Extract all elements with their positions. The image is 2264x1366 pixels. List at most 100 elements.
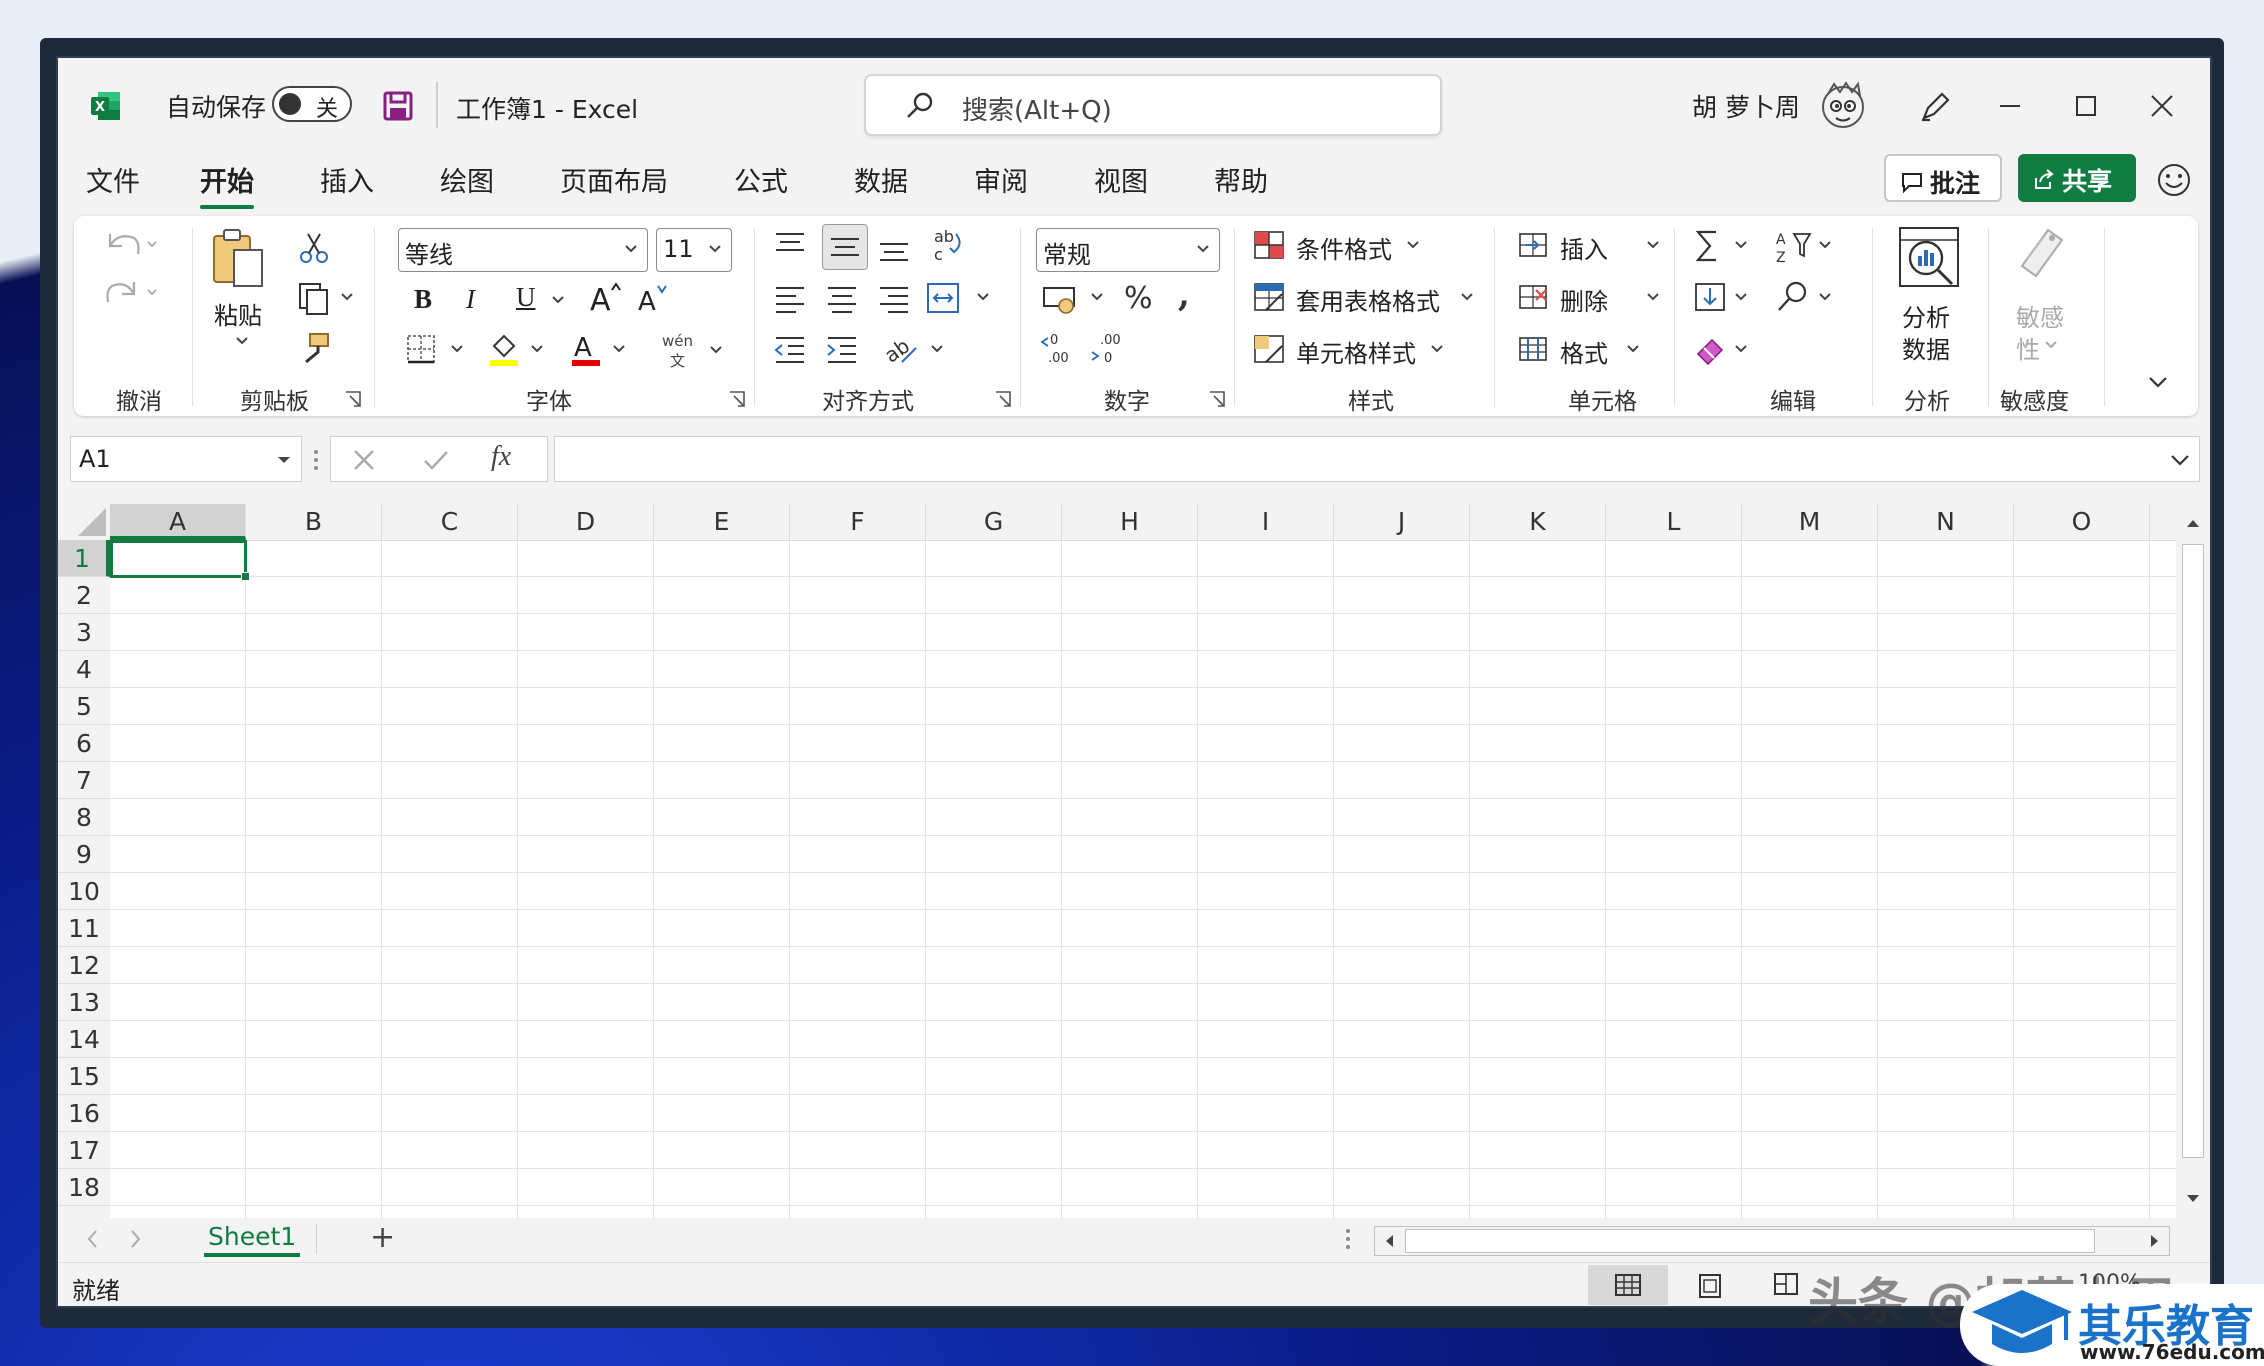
row-header-8[interactable]: 8: [58, 799, 110, 836]
tab-split-grip-icon[interactable]: [1340, 1226, 1356, 1252]
copy-icon[interactable]: [296, 280, 362, 316]
bold-button[interactable]: B: [414, 284, 432, 315]
decrease-font-icon[interactable]: A: [634, 278, 674, 318]
cell-style-label[interactable]: 单元格样式: [1296, 334, 1416, 369]
decrease-indent-icon[interactable]: [770, 330, 810, 370]
vertical-scroll-thumb[interactable]: [2182, 544, 2204, 1158]
underline-button[interactable]: U: [516, 282, 536, 313]
delete-cells-label[interactable]: 删除: [1560, 282, 1608, 317]
format-painter-icon[interactable]: [296, 330, 332, 366]
column-header-g[interactable]: G: [926, 504, 1062, 540]
column-header-b[interactable]: B: [246, 504, 382, 540]
dialog-launcher-icon[interactable]: [1208, 390, 1226, 408]
conditional-format-icon[interactable]: [1252, 228, 1286, 262]
chevron-down-icon[interactable]: [1458, 288, 1476, 306]
align-center-icon[interactable]: [822, 278, 862, 318]
formula-bar-grip-icon[interactable]: [308, 448, 324, 472]
row-header-5[interactable]: 5: [58, 688, 110, 725]
horizontal-scroll-thumb[interactable]: [1405, 1229, 2095, 1253]
row-header-13[interactable]: 13: [58, 984, 110, 1021]
row-header-7[interactable]: 7: [58, 762, 110, 799]
format-cells-icon[interactable]: [1516, 332, 1550, 366]
sheet-prev-icon[interactable]: [82, 1226, 104, 1252]
chevron-down-icon[interactable]: [1404, 236, 1422, 254]
column-header-e[interactable]: E: [654, 504, 790, 540]
tab-draw[interactable]: 绘图: [440, 160, 494, 199]
undo-icon[interactable]: [100, 224, 160, 264]
analyze-data-label-line1[interactable]: 分析: [1902, 298, 1950, 333]
pen-icon[interactable]: [1916, 86, 1956, 126]
row-header-11[interactable]: 11: [58, 910, 110, 947]
maximize-icon[interactable]: [2066, 86, 2106, 126]
accounting-format-icon[interactable]: [1040, 278, 1118, 318]
column-header-k[interactable]: K: [1470, 504, 1606, 540]
tab-data[interactable]: 数据: [854, 160, 908, 199]
row-header-16[interactable]: 16: [58, 1095, 110, 1132]
dialog-launcher-icon[interactable]: [344, 390, 362, 408]
sort-filter-icon[interactable]: A Z: [1774, 226, 1840, 266]
row-header-17[interactable]: 17: [58, 1132, 110, 1169]
sheet-tab-sheet1[interactable]: Sheet1: [203, 1222, 301, 1257]
scroll-down-icon[interactable]: [2182, 1188, 2204, 1210]
delete-cells-icon[interactable]: [1516, 280, 1550, 314]
avatar[interactable]: [1816, 78, 1870, 132]
scroll-left-icon[interactable]: [1379, 1230, 1401, 1252]
row-header-12[interactable]: 12: [58, 947, 110, 984]
find-select-icon[interactable]: [1774, 278, 1840, 318]
row-header-2[interactable]: 2: [58, 577, 110, 614]
chevron-down-icon[interactable]: [1624, 340, 1642, 358]
add-sheet-button[interactable]: +: [370, 1220, 395, 1255]
column-header-i[interactable]: I: [1198, 504, 1334, 540]
chevron-down-icon[interactable]: [1644, 288, 1662, 306]
tab-view[interactable]: 视图: [1094, 160, 1148, 199]
fill-down-icon[interactable]: [1692, 278, 1758, 318]
column-header-h[interactable]: H: [1062, 504, 1198, 540]
conditional-format-label[interactable]: 条件格式: [1296, 230, 1392, 265]
column-header-c[interactable]: C: [382, 504, 518, 540]
redo-icon[interactable]: [100, 272, 160, 312]
column-header-m[interactable]: M: [1742, 504, 1878, 540]
paste-icon[interactable]: [208, 226, 268, 292]
column-header-n[interactable]: N: [1878, 504, 2014, 540]
insert-function-button[interactable]: fx: [491, 441, 511, 473]
tab-formulas[interactable]: 公式: [734, 160, 788, 199]
formula-input[interactable]: [554, 436, 2200, 482]
align-left-icon[interactable]: [770, 278, 810, 318]
number-format-combo[interactable]: 常规: [1036, 228, 1220, 272]
dialog-launcher-icon[interactable]: [994, 390, 1012, 408]
normal-view-button[interactable]: [1588, 1265, 1668, 1305]
row-header-9[interactable]: 9: [58, 836, 110, 873]
row-header-1[interactable]: 1: [58, 540, 110, 577]
dialog-launcher-icon[interactable]: [728, 390, 746, 408]
table-format-label[interactable]: 套用表格格式: [1296, 282, 1440, 317]
close-icon[interactable]: [2142, 86, 2182, 126]
select-all-corner[interactable]: [58, 504, 110, 540]
italic-button[interactable]: I: [466, 284, 475, 315]
fill-handle[interactable]: [241, 572, 250, 581]
cell-area[interactable]: [110, 540, 2176, 1220]
align-right-icon[interactable]: [874, 278, 914, 318]
format-cells-label[interactable]: 格式: [1560, 334, 1608, 369]
increase-font-icon[interactable]: A: [586, 278, 626, 318]
cell-style-icon[interactable]: [1252, 332, 1286, 366]
align-middle-button[interactable]: [822, 224, 868, 270]
row-header-10[interactable]: 10: [58, 873, 110, 910]
row-header-4[interactable]: 4: [58, 651, 110, 688]
scroll-right-icon[interactable]: [2143, 1230, 2165, 1252]
tab-home[interactable]: 开始: [200, 160, 254, 209]
tab-help[interactable]: 帮助: [1214, 160, 1268, 199]
row-header-3[interactable]: 3: [58, 614, 110, 651]
horizontal-scrollbar[interactable]: [1374, 1226, 2170, 1256]
column-header-d[interactable]: D: [518, 504, 654, 540]
chevron-down-icon[interactable]: [1428, 340, 1446, 358]
chevron-down-icon[interactable]: [548, 290, 568, 310]
comma-style-icon[interactable]: ,: [1172, 276, 1202, 316]
chevron-down-icon[interactable]: [232, 334, 252, 348]
merge-center-icon[interactable]: [924, 278, 998, 318]
increase-indent-icon[interactable]: [822, 330, 862, 370]
scroll-up-icon[interactable]: [2182, 512, 2204, 534]
analyze-data-label-line2[interactable]: 数据: [1902, 330, 1950, 365]
ribbon-expand-chevron-icon[interactable]: [2144, 370, 2172, 394]
share-button[interactable]: 共享: [2018, 154, 2136, 202]
increase-decimal-icon[interactable]: 0 .00: [1040, 328, 1080, 368]
